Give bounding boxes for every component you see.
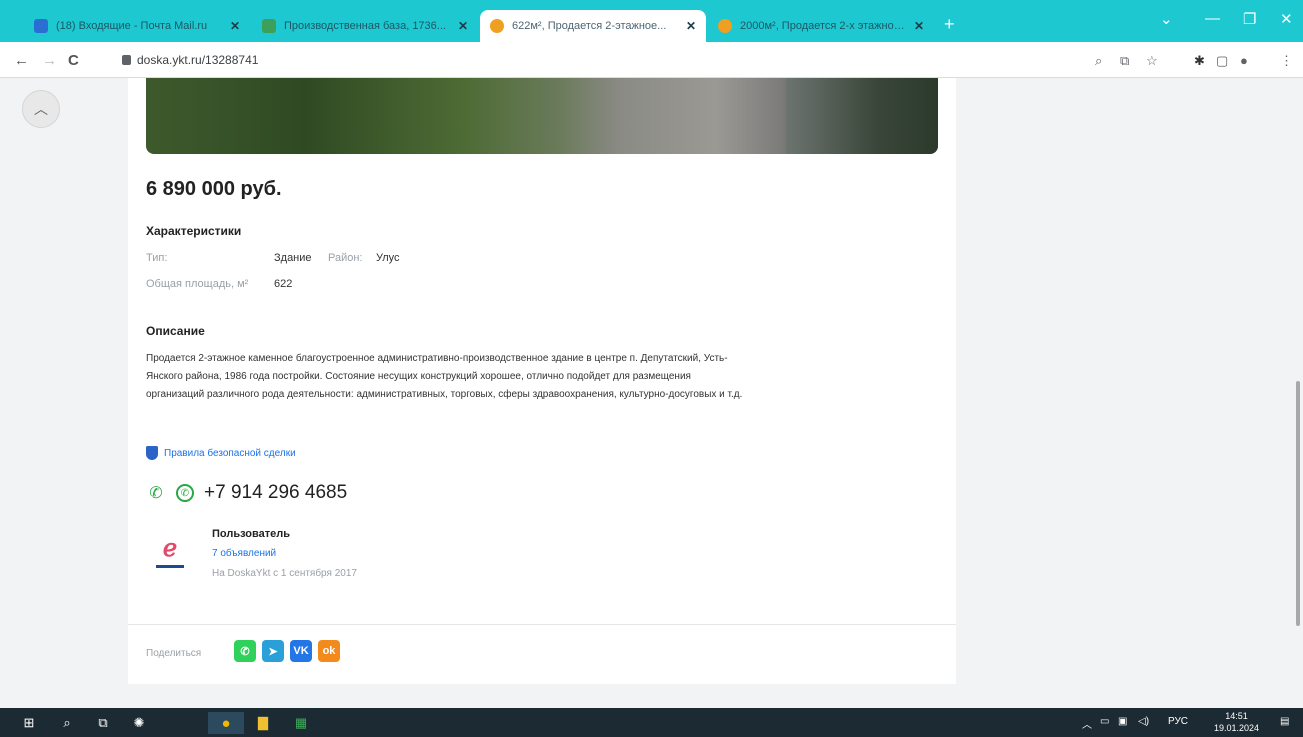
phone-row: ✆ ✆ +7 914 296 4685 — [146, 482, 347, 504]
forward-icon[interactable]: → — [42, 52, 57, 69]
address-bar: ← → C doska.ykt.ru/13288741 ⌕ ⧉ ☆ ✱ ▢ ● … — [0, 42, 1303, 78]
area-value: 622 — [274, 278, 293, 290]
area-label: Общая площадь, м² — [146, 278, 249, 290]
windows-taskbar: ⊞ ⌕ ⧉ ✺ ● ▇ ▦ ︿ ▭ ▣ ◁) РУС 14:51 19.01.2… — [0, 708, 1303, 737]
description-text: Продается 2-этажное каменное благоустрое… — [146, 353, 743, 400]
tab-production-base[interactable]: Производственная база, 1736... ✕ — [252, 10, 478, 42]
url-field[interactable]: doska.ykt.ru/13288741 — [122, 53, 258, 67]
new-tab-button[interactable]: + — [944, 14, 955, 35]
type-value: Здание — [274, 252, 312, 264]
back-icon[interactable]: ← — [14, 52, 29, 69]
bookmark-star-icon[interactable]: ☆ — [1146, 53, 1158, 69]
file-explorer-icon[interactable]: ▇ — [252, 712, 274, 734]
chrome-icon[interactable]: ● — [208, 712, 244, 734]
tab-listing-622[interactable]: 622м², Продается 2-этажное... ✕ — [480, 10, 706, 42]
taskbar-clock[interactable]: 14:51 19.01.2024 — [1214, 710, 1259, 734]
share-ok-button[interactable]: ok — [318, 640, 340, 662]
close-tab-icon[interactable]: ✕ — [914, 19, 924, 33]
clock-date: 19.01.2024 — [1214, 723, 1260, 733]
tab-title: Производственная база, 1736... — [284, 20, 446, 32]
share-telegram-button[interactable]: ➤ — [262, 640, 284, 662]
tab-title: (18) Входящие - Почта Mail.ru — [56, 20, 208, 32]
scroll-to-top-button[interactable]: ︿ — [22, 90, 60, 128]
tab-listing-2000[interactable]: 2000м², Продается 2-х этажное... ✕ — [708, 10, 934, 42]
language-indicator[interactable]: РУС — [1168, 716, 1188, 727]
page-scrollbar[interactable] — [1296, 381, 1300, 626]
task-view-icon[interactable]: ⧉ — [92, 712, 114, 734]
description-heading: Описание — [146, 324, 205, 338]
tray-app-icon[interactable]: ▣ — [1118, 716, 1127, 727]
tab-title: 2000м², Продается 2-х этажное... — [740, 20, 908, 32]
side-panel-icon[interactable]: ▢ — [1216, 53, 1228, 69]
notifications-icon[interactable]: ▤ — [1280, 716, 1289, 727]
search-icon[interactable]: ⌕ — [56, 712, 78, 734]
photo-preview-next — [786, 78, 938, 154]
share-label: Поделиться — [146, 648, 202, 659]
lock-icon — [122, 55, 131, 65]
logo-underline — [156, 564, 184, 568]
listing-photo[interactable] — [146, 78, 938, 154]
volume-icon[interactable]: ◁) — [1138, 716, 1149, 727]
doska-favicon-icon — [490, 19, 504, 33]
browser-tab-bar: (18) Входящие - Почта Mail.ru ✕ Производ… — [0, 0, 1303, 42]
close-tab-icon[interactable]: ✕ — [230, 19, 240, 33]
clock-time: 14:51 — [1225, 711, 1248, 721]
tray-expand-icon[interactable]: ︿ — [1082, 716, 1092, 731]
seller-ads-link[interactable]: 7 объявлений — [212, 548, 276, 559]
translate-icon[interactable]: ⧉ — [1120, 53, 1129, 69]
page-viewport: ︿ 6 890 000 руб. Характеристики Тип: Зда… — [0, 78, 1303, 708]
seller-since: На DoskaYkt с 1 сентября 2017 — [212, 568, 357, 579]
safe-deal-link[interactable]: Правила безопасной сделки — [146, 446, 296, 460]
characteristics-heading: Характеристики — [146, 224, 242, 238]
menu-icon[interactable]: ⋮ — [1280, 53, 1293, 69]
safe-deal-label: Правила безопасной сделки — [164, 447, 296, 459]
tab-title: 622м², Продается 2-этажное... — [512, 20, 667, 32]
windows-start-icon[interactable]: ⊞ — [18, 712, 40, 734]
minimize-icon[interactable]: — — [1205, 10, 1220, 27]
district-label: Район: — [328, 252, 363, 264]
seller-name[interactable]: Пользователь — [212, 528, 290, 540]
whatsapp-icon[interactable]: ✆ — [176, 484, 194, 502]
close-tab-icon[interactable]: ✕ — [686, 19, 696, 33]
seller-avatar[interactable]: ℯ — [146, 528, 194, 576]
chevron-up-icon: ︿ — [34, 101, 48, 117]
share-vk-button[interactable]: VK — [290, 640, 312, 662]
rostelecom-logo-icon: ℯ — [162, 534, 178, 562]
reload-icon[interactable]: C — [68, 52, 79, 69]
url-text: doska.ykt.ru/13288741 — [137, 53, 259, 67]
divider — [128, 624, 956, 625]
profile-icon[interactable]: ● — [1240, 53, 1248, 68]
close-tab-icon[interactable]: ✕ — [458, 19, 468, 33]
listing-card: 6 890 000 руб. Характеристики Тип: Здани… — [128, 78, 956, 684]
listing-price: 6 890 000 руб. — [146, 178, 282, 200]
share-whatsapp-button[interactable]: ✆ — [234, 640, 256, 662]
tab-mail[interactable]: (18) Входящие - Почта Mail.ru ✕ — [24, 10, 250, 42]
app-icon[interactable]: ✺ — [128, 712, 150, 734]
close-window-icon[interactable]: ✕ — [1280, 10, 1293, 28]
zoom-icon[interactable]: ⌕ — [1095, 53, 1102, 69]
mail-favicon-icon — [34, 19, 48, 33]
maximize-icon[interactable]: ❐ — [1243, 10, 1256, 28]
extensions-icon[interactable]: ✱ — [1194, 53, 1205, 69]
district-value: Улус — [376, 252, 400, 264]
network-icon[interactable]: ▭ — [1100, 716, 1109, 727]
shield-icon — [146, 446, 158, 460]
tab-search-icon[interactable]: ⌄ — [1160, 10, 1173, 28]
phone-icon[interactable]: ✆ — [146, 483, 166, 503]
excel-icon[interactable]: ▦ — [290, 712, 312, 734]
type-label: Тип: — [146, 252, 168, 264]
site-favicon-icon — [262, 19, 276, 33]
doska-favicon-icon — [718, 19, 732, 33]
phone-number[interactable]: +7 914 296 4685 — [204, 482, 347, 504]
